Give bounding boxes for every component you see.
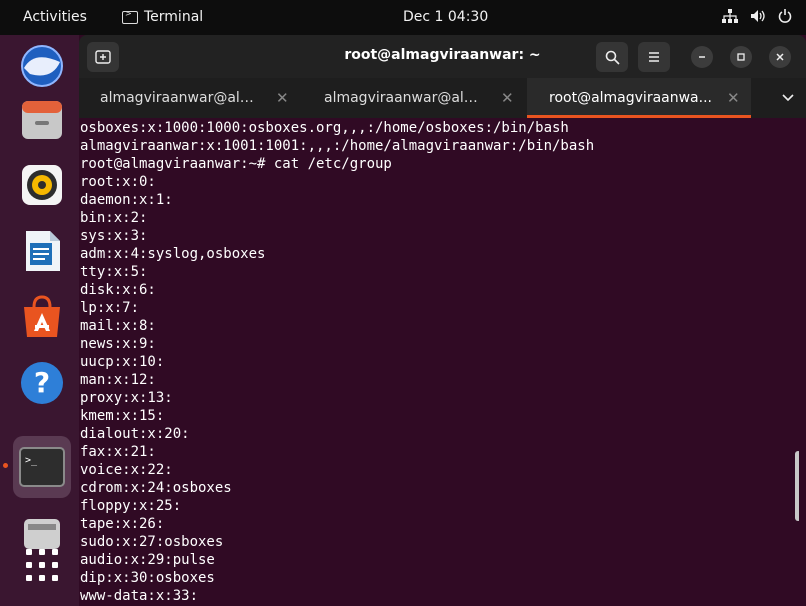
rhythmbox-launcher[interactable] <box>13 156 71 214</box>
terminal-line: audio:x:29:pulse <box>80 552 215 568</box>
app-grid-icon <box>26 549 58 581</box>
terminal-line: news:x:9: <box>80 336 156 352</box>
terminal-line: fax:x:21: <box>80 444 156 460</box>
terminal-line: proxy:x:13: <box>80 390 173 406</box>
terminal-line: voice:x:22: <box>80 462 173 478</box>
terminal-line: bin:x:2: <box>80 210 148 226</box>
system-tray[interactable] <box>722 9 792 23</box>
minimize-button[interactable] <box>691 46 713 68</box>
terminal-line: osboxes:x:1000:1000:osboxes.org,,,:/home… <box>80 120 569 136</box>
scrollbar-thumb[interactable] <box>795 451 799 521</box>
terminal-line: dip:x:30:osboxes <box>80 570 215 586</box>
tab-2-close-icon[interactable]: ✕ <box>501 89 514 107</box>
terminal-line: kmem:x:15: <box>80 408 165 424</box>
show-apps-button[interactable] <box>13 536 71 594</box>
terminal-output[interactable]: osboxes:x:1000:1000:osboxes.org,,,:/home… <box>79 118 799 606</box>
tab-1-close-icon[interactable]: ✕ <box>276 89 289 107</box>
power-icon <box>778 9 792 23</box>
tab-2-label: almagviraanwar@alm... <box>324 90 489 106</box>
terminal-line: adm:x:4:syslog,osboxes <box>80 246 266 262</box>
tab-3-close-icon[interactable]: ✕ <box>727 89 740 107</box>
writer-launcher[interactable] <box>13 222 71 280</box>
terminal-line: sys:x:3: <box>80 228 148 244</box>
terminal-line: almagviraanwar:x:1001:1001:,,,:/home/alm… <box>80 138 595 154</box>
terminal-line: man:x:12: <box>80 372 156 388</box>
tab-bar: almagviraanwar@alm... ✕ almagviraanwar@a… <box>79 78 806 118</box>
clock[interactable]: Dec 1 04:30 <box>403 9 488 25</box>
header-bar: root@almagviraanwar: ~ <box>79 35 806 78</box>
svg-text:?: ? <box>34 366 50 399</box>
terminal-line: floppy:x:25: <box>80 498 182 514</box>
terminal-line: disk:x:6: <box>80 282 156 298</box>
close-window-button[interactable] <box>769 46 791 68</box>
tab-3[interactable]: root@almagviraanwa... ✕ <box>527 78 751 118</box>
writer-icon <box>26 231 60 271</box>
top-bar: Activities Terminal Dec 1 04:30 <box>0 0 806 35</box>
terminal-line: cdrom:x:24:osboxes <box>80 480 232 496</box>
tab-1[interactable]: almagviraanwar@alm... ✕ <box>79 78 303 118</box>
close-icon <box>776 53 784 61</box>
maximize-button[interactable] <box>730 46 752 68</box>
help-launcher[interactable]: ? <box>13 354 71 412</box>
terminal-line: tty:x:5: <box>80 264 148 280</box>
dock: ? >_ <box>0 35 82 606</box>
software-launcher[interactable] <box>13 288 71 346</box>
chevron-down-icon <box>781 94 794 102</box>
tab-1-label: almagviraanwar@alm... <box>100 90 265 106</box>
files-launcher[interactable] <box>13 90 71 148</box>
terminal-line: lp:x:7: <box>80 300 140 316</box>
network-icon <box>722 9 738 23</box>
tab-overflow-button[interactable] <box>769 78 806 118</box>
app-menu-label: Terminal <box>144 9 204 25</box>
thunderbird-launcher[interactable] <box>13 37 71 95</box>
terminal-app-icon <box>122 9 138 24</box>
terminal-line: www-data:x:33: <box>80 588 199 604</box>
thunderbird-icon <box>21 45 63 87</box>
terminal-line: root:x:0: <box>80 174 156 190</box>
app-menu[interactable]: Terminal <box>122 9 203 25</box>
hamburger-menu-icon <box>649 52 659 62</box>
terminal-running-indicator <box>3 463 8 468</box>
terminal-line: tape:x:26: <box>80 516 165 532</box>
terminal-icon: >_ <box>19 447 65 487</box>
terminal-line: daemon:x:1: <box>80 192 173 208</box>
terminal-line: root@almagviraanwar:~# cat /etc/group <box>80 156 392 172</box>
maximize-icon <box>737 53 745 61</box>
software-icon <box>24 295 60 337</box>
terminal-line: dialout:x:20: <box>80 426 190 442</box>
rhythmbox-icon <box>22 165 62 205</box>
tab-2[interactable]: almagviraanwar@alm... ✕ <box>303 78 527 118</box>
files-icon <box>22 101 62 139</box>
menu-button[interactable] <box>638 42 670 72</box>
svg-text:>_: >_ <box>25 455 38 466</box>
help-icon: ? <box>21 362 63 404</box>
search-icon <box>605 50 620 65</box>
activities-button[interactable]: Activities <box>23 9 87 25</box>
search-button[interactable] <box>596 42 628 72</box>
terminal-line: uucp:x:10: <box>80 354 165 370</box>
terminal-line: mail:x:8: <box>80 318 156 334</box>
tab-3-label: root@almagviraanwa... <box>549 90 712 106</box>
terminal-window: root@almagviraanwar: ~ almagviraanwar@al… <box>79 35 806 606</box>
minimize-icon <box>699 56 705 58</box>
terminal-line: sudo:x:27:osboxes <box>80 534 224 550</box>
terminal-launcher[interactable]: >_ <box>13 436 71 498</box>
volume-icon <box>751 10 765 22</box>
